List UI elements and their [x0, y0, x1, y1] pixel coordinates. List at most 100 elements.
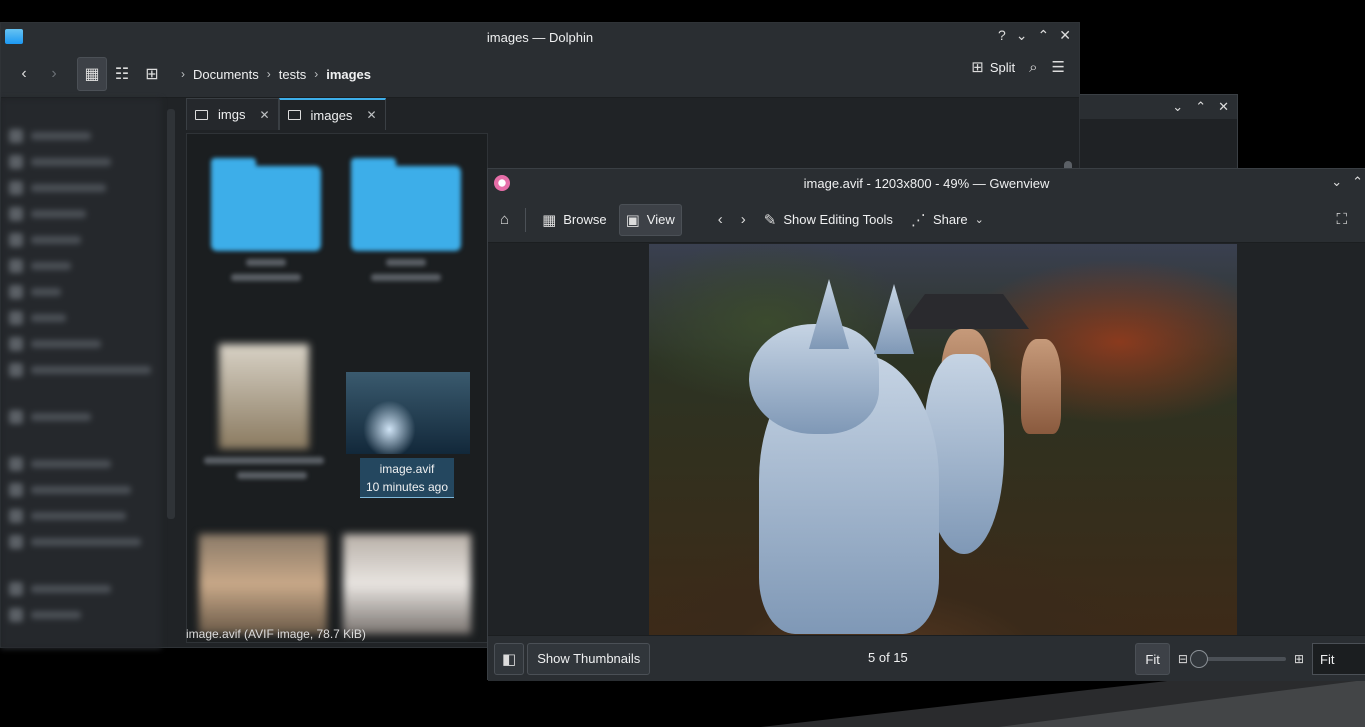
compact-list-icon: ☷ [114, 66, 130, 83]
window-title: images — Dolphin [486, 29, 594, 45]
status-bar: image.avif (AVIF image, 78.7 KiB) [186, 627, 366, 641]
home-button[interactable]: ⌂ [494, 204, 515, 236]
folder-item[interactable] [351, 158, 461, 281]
previous-button[interactable]: ‹ [712, 204, 729, 236]
show-thumbnails-button[interactable]: Show Thumbnails [527, 642, 651, 675]
tab-images[interactable]: images ✕ [278, 98, 386, 130]
chevron-right-icon: › [314, 67, 319, 81]
chevron-left-icon: ‹ [717, 211, 723, 228]
details-view-button[interactable]: ⊞ [137, 57, 167, 91]
photo-fox-ear [809, 279, 849, 349]
close-tab-icon[interactable]: ✕ [259, 108, 269, 122]
search-icon[interactable]: ⌕ [1029, 59, 1037, 76]
photo-roof [899, 294, 1029, 329]
gwenview-toolbar: ⌂ ▦ Browse ▣ View ‹ › ✎ Show Editing Too… [488, 197, 1365, 243]
image-counter: 5 of 15 [868, 650, 908, 665]
folder-item[interactable] [211, 158, 321, 281]
breadcrumb: › Documents › tests › images [181, 67, 371, 82]
gwenview-window: image.avif - 1203x800 - 49% — Gwenview ⌄… [487, 168, 1365, 681]
zoom-out-icon[interactable]: ⊟ [1178, 652, 1188, 666]
minimize-icon[interactable]: ⌄ [1331, 174, 1342, 190]
file-view[interactable] [186, 133, 488, 643]
chevron-down-icon: ⌄ [974, 214, 984, 226]
file-date [231, 274, 301, 281]
file-date [236, 472, 307, 479]
file-thumbnail [199, 534, 327, 634]
editing-tools-label: Show Editing Tools [783, 212, 893, 227]
grid-icon: ▦ [84, 66, 100, 83]
tree-icon: ⊞ [145, 66, 159, 83]
toolbar-separator [525, 207, 527, 232]
help-icon[interactable]: ? [998, 27, 1006, 44]
chevron-left-icon: ‹ [21, 65, 27, 82]
chevron-right-icon: › [740, 211, 746, 228]
chevron-right-icon: › [266, 67, 271, 81]
hamburger-menu-icon[interactable]: ☰ [1052, 58, 1065, 76]
split-view-icon: ⊞ [971, 59, 984, 76]
breadcrumb-tests[interactable]: tests [279, 67, 306, 82]
share-label: Share [932, 212, 968, 227]
photo-fox-statue-3 [1021, 339, 1061, 434]
tab-label: images [310, 107, 353, 123]
file-item[interactable] [343, 534, 471, 634]
tab-bar: imgs ✕ images ✕ [186, 98, 386, 130]
displayed-image[interactable] [649, 244, 1237, 635]
view-label: View [646, 212, 675, 227]
show-editing-tools-button[interactable]: ✎ Show Editing Tools [758, 204, 899, 236]
folder-icon [195, 109, 208, 120]
maximize-icon[interactable]: ⌃ [1195, 99, 1206, 115]
fit-button[interactable]: Fit [1135, 643, 1170, 675]
icons-view-button[interactable]: ▦ [77, 57, 107, 91]
breadcrumb-images[interactable]: images [326, 67, 371, 82]
pencil-icon: ✎ [763, 211, 777, 229]
chevron-right-icon: › [51, 65, 57, 82]
background-window: ⌄ ⌃ ✕ [1075, 94, 1238, 169]
breadcrumb-documents[interactable]: Documents [193, 67, 259, 82]
close-icon[interactable]: ✕ [1218, 99, 1229, 115]
selected-file-caption[interactable]: image.avif 10 minutes ago [360, 458, 454, 498]
home-icon: ⌂ [500, 211, 510, 228]
browse-button[interactable]: ▦ Browse [536, 204, 613, 236]
gwenview-app-icon[interactable] [494, 175, 510, 191]
file-item-selected[interactable] [346, 372, 470, 454]
folder-icon [287, 110, 301, 120]
fullscreen-button[interactable]: ⛶ [1330, 204, 1353, 236]
zoom-in-icon[interactable]: ⊞ [1294, 652, 1304, 666]
chevron-right-icon: › [181, 67, 185, 81]
minimize-icon[interactable]: ⌄ [1172, 99, 1183, 115]
compact-view-button[interactable]: ☷ [107, 57, 137, 91]
file-item[interactable] [199, 534, 327, 634]
close-tab-icon[interactable]: ✕ [366, 108, 376, 122]
dolphin-toolbar: ‹ › ▦ ☷ ⊞ › Documents › tests › images ⊞… [1, 51, 1079, 98]
gwenview-titlebar: image.avif - 1203x800 - 49% — Gwenview ⌄… [488, 169, 1365, 197]
share-button[interactable]: ⋰ Share ⌄ [905, 204, 990, 236]
file-thumbnail [343, 534, 471, 634]
zoom-slider[interactable] [1189, 650, 1286, 668]
close-icon[interactable]: ✕ [1059, 27, 1071, 44]
sidebar-toggle-button[interactable]: ◧ [494, 642, 525, 675]
dolphin-app-icon[interactable] [5, 29, 23, 44]
maximize-icon[interactable]: ⌃ [1352, 174, 1363, 190]
next-button[interactable]: › [735, 204, 752, 236]
split-button[interactable]: ⊞ Split [971, 58, 1015, 76]
file-item[interactable] [204, 344, 324, 479]
file-label [204, 457, 324, 464]
file-label [246, 259, 286, 266]
back-button[interactable]: ‹ [9, 57, 39, 91]
panel-scrollbar[interactable] [167, 109, 175, 519]
image-icon: ▣ [625, 211, 640, 229]
tab-imgs[interactable]: imgs ✕ [186, 98, 279, 130]
zoom-select[interactable]: Fit [1312, 643, 1365, 675]
folder-icon [351, 158, 461, 251]
minimize-icon[interactable]: ⌄ [1016, 27, 1028, 44]
file-date [371, 274, 441, 281]
dolphin-titlebar: images — Dolphin ? ⌄ ⌃ ✕ [1, 23, 1079, 51]
zoom-slider-handle[interactable] [1189, 650, 1208, 668]
forward-button[interactable]: › [39, 57, 69, 91]
background-window-content [1076, 119, 1237, 169]
sidebar-icon: ◧ [502, 650, 517, 668]
image-view[interactable] [488, 244, 1365, 635]
split-label: Split [989, 59, 1016, 75]
view-button[interactable]: ▣ View [618, 203, 682, 236]
maximize-icon[interactable]: ⌃ [1038, 27, 1050, 44]
